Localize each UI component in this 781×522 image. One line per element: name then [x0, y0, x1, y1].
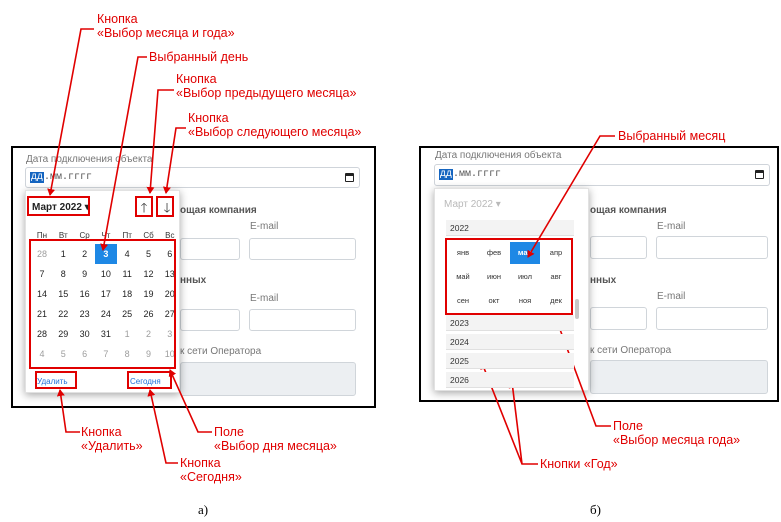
year-button[interactable]: 2024	[446, 334, 574, 350]
year-button[interactable]: 2025	[446, 353, 574, 369]
year-button[interactable]: 2026	[446, 372, 574, 388]
annotation-lines	[47, 28, 615, 465]
year-button[interactable]: 2023	[446, 315, 574, 331]
